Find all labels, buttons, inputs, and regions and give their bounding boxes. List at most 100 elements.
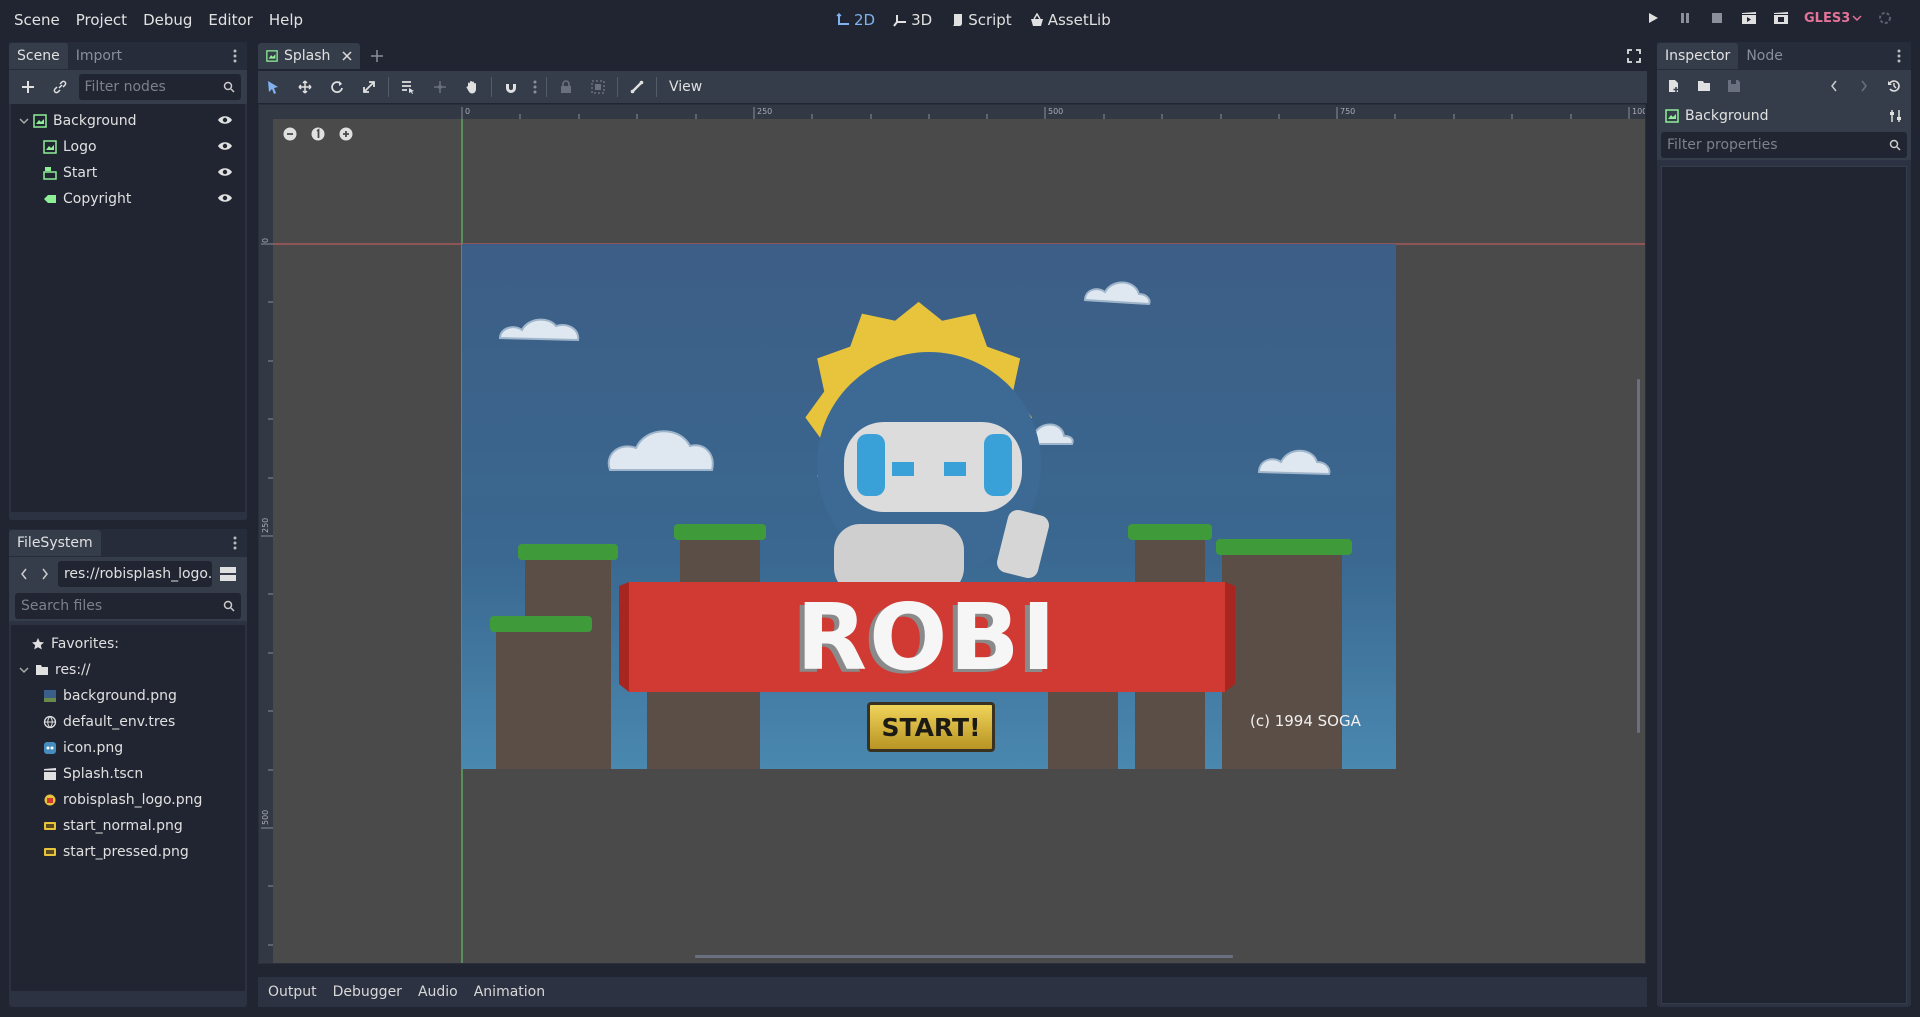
skeleton-button[interactable]	[624, 74, 650, 100]
renderer-label: GLES3	[1804, 10, 1851, 26]
search-files-input[interactable]: Search files	[15, 593, 241, 619]
file-item[interactable]: background.png	[11, 683, 245, 709]
separator	[491, 77, 492, 97]
play-scene-button[interactable]	[1740, 8, 1758, 28]
file-item[interactable]: icon.png	[11, 735, 245, 761]
file-name: start_normal.png	[63, 818, 183, 834]
tab-filesystem[interactable]: FileSystem	[9, 530, 101, 556]
close-icon[interactable]	[342, 51, 352, 61]
load-resource-button[interactable]	[1691, 73, 1717, 99]
move-mode-button[interactable]	[292, 74, 318, 100]
group-button[interactable]	[585, 74, 611, 100]
filter-nodes-input[interactable]: Filter nodes	[78, 74, 242, 100]
pan-mode-button[interactable]	[459, 74, 485, 100]
clapperboard-icon	[1742, 12, 1756, 24]
filesystem-dock: FileSystem res://robisplash_logo.p Searc…	[9, 529, 247, 1007]
animation-tab[interactable]: Animation	[466, 984, 553, 1000]
toggle-split-button[interactable]	[216, 561, 241, 587]
res-root-label: res://	[55, 662, 91, 678]
menu-project[interactable]: Project	[68, 8, 135, 32]
chevron-down-icon[interactable]	[19, 665, 29, 675]
favorites-item[interactable]: Favorites:	[11, 631, 245, 657]
lock-button[interactable]	[553, 74, 579, 100]
tab-inspector[interactable]: Inspector	[1657, 43, 1739, 69]
kebab-menu-icon[interactable]	[229, 535, 241, 551]
menu-scene[interactable]: Scene	[6, 8, 68, 32]
workspace-3d-button[interactable]: 3D	[887, 8, 938, 32]
audio-tab[interactable]: Audio	[410, 984, 466, 1000]
snap-options-kebab-icon[interactable]	[530, 74, 540, 100]
workspace-assetlib-button[interactable]: AssetLib	[1024, 8, 1117, 32]
snap-magnet-icon	[506, 84, 516, 93]
new-resource-button[interactable]	[1661, 73, 1687, 99]
distraction-free-button[interactable]	[1621, 43, 1647, 69]
splash-background-image[interactable]: ROBI START! (c) 1994 SOGA	[462, 244, 1396, 769]
visibility-eye-icon[interactable]	[217, 140, 233, 152]
play-custom-scene-button[interactable]	[1772, 8, 1790, 28]
ruler-label: 0	[465, 107, 471, 116]
kebab-menu-icon[interactable]	[1893, 48, 1905, 64]
filter-properties-input[interactable]: Filter properties	[1661, 132, 1907, 158]
menu-help[interactable]: Help	[261, 8, 311, 32]
visibility-eye-icon[interactable]	[217, 114, 233, 126]
add-node-button[interactable]	[15, 74, 41, 100]
tab-import[interactable]: Import	[68, 43, 130, 69]
tree-node-copyright[interactable]: Copyright	[11, 186, 245, 212]
file-item[interactable]: start_pressed.png	[11, 839, 245, 865]
new-scene-tab-button[interactable]	[364, 43, 390, 69]
pause-button[interactable]	[1676, 8, 1694, 28]
history-back-button[interactable]	[1821, 73, 1847, 99]
canvas-toolbar: View	[258, 71, 1647, 103]
zoom-reset-icon[interactable]	[311, 127, 325, 141]
tab-node[interactable]: Node	[1738, 43, 1791, 69]
ruler-label: 250	[261, 517, 270, 533]
workspace-2d-button[interactable]: 2D	[830, 8, 881, 32]
res-root-folder[interactable]: res://	[11, 657, 245, 683]
tree-node-background[interactable]: Background	[11, 108, 245, 134]
list-select-icon	[402, 81, 414, 94]
history-forward-button[interactable]	[1851, 73, 1877, 99]
file-item[interactable]: default_env.tres	[11, 709, 245, 735]
tab-scene[interactable]: Scene	[9, 43, 68, 69]
output-tab[interactable]: Output	[260, 984, 325, 1000]
forward-button[interactable]	[36, 561, 53, 587]
file-item[interactable]: robisplash_logo.png	[11, 787, 245, 813]
zoom-in-icon[interactable]	[339, 127, 353, 141]
file-item[interactable]: start_normal.png	[11, 813, 245, 839]
texture-rect-icon	[1665, 109, 1679, 123]
main-menu: Scene Project Debug Editor Help	[6, 8, 311, 32]
history-button[interactable]	[1881, 73, 1907, 99]
snap-toggle-button[interactable]	[498, 74, 524, 100]
visibility-eye-icon[interactable]	[217, 192, 233, 204]
rotate-mode-button[interactable]	[324, 74, 350, 100]
path-field[interactable]: res://robisplash_logo.p	[57, 561, 212, 587]
visibility-eye-icon[interactable]	[217, 166, 233, 178]
object-properties-icon[interactable]	[1889, 109, 1903, 123]
workspace-script-button[interactable]: Script	[944, 8, 1018, 32]
canvas-viewport[interactable]: 0 250 500 750 1000 0 250 500	[258, 104, 1646, 964]
select-mode-button[interactable]	[260, 74, 286, 100]
list-select-button[interactable]	[395, 74, 421, 100]
kebab-menu-icon[interactable]	[229, 48, 241, 64]
debugger-tab[interactable]: Debugger	[325, 984, 410, 1000]
scene-dock-tabs: Scene Import	[9, 42, 247, 70]
stop-button[interactable]	[1708, 8, 1726, 28]
start-button[interactable]: START!	[867, 702, 995, 752]
pivot-button[interactable]	[427, 74, 453, 100]
save-resource-button[interactable]	[1721, 73, 1747, 99]
scale-mode-button[interactable]	[356, 74, 382, 100]
tree-node-start[interactable]: Start	[11, 160, 245, 186]
play-button[interactable]	[1644, 8, 1662, 28]
back-button[interactable]	[15, 561, 32, 587]
renderer-selector[interactable]: GLES3	[1804, 11, 1862, 26]
file-item[interactable]: Splash.tscn	[11, 761, 245, 787]
instance-scene-button[interactable]	[47, 74, 73, 100]
tree-node-logo[interactable]: Logo	[11, 134, 245, 160]
inspected-object-row[interactable]: Background	[1657, 102, 1911, 130]
chevron-down-icon[interactable]	[19, 116, 29, 126]
menu-editor[interactable]: Editor	[200, 8, 260, 32]
scene-tab-splash[interactable]: Splash	[258, 43, 361, 69]
menu-debug[interactable]: Debug	[135, 8, 200, 32]
zoom-out-icon[interactable]	[283, 127, 297, 141]
view-menu-button[interactable]: View	[663, 79, 708, 95]
